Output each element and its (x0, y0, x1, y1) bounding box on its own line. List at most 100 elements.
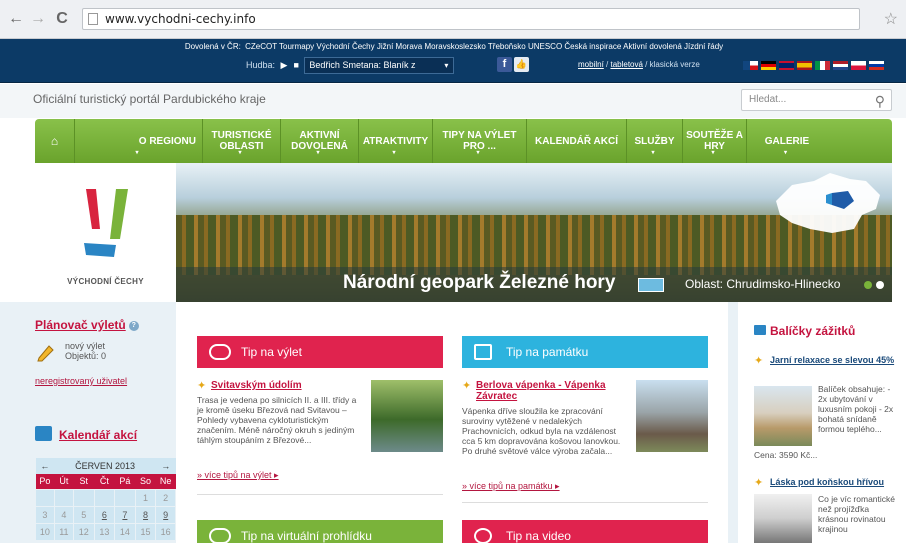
calendar-day-with-event[interactable]: 7 (114, 505, 136, 524)
flag-pl-icon[interactable] (851, 61, 866, 70)
calendar-day[interactable]: 4 (53, 505, 75, 524)
site-header: Oficiální turistický portál Pardubického… (0, 84, 906, 118)
calendar-day-with-event[interactable]: 8 (134, 505, 157, 524)
tip-monument-card: Tip na památku ✦ Berlova vápenka - Vápen… (462, 336, 708, 503)
chevron-down-icon: ▾ (238, 150, 242, 156)
calendar-day[interactable]: 5 (73, 505, 95, 524)
facebook-icon[interactable]: f (497, 57, 512, 72)
hero-banner: VÝCHODNÍ ČECHY Národní geopark Železné h… (35, 163, 892, 302)
calendar-day-with-event[interactable]: 6 (93, 505, 116, 524)
package-photo[interactable] (754, 494, 812, 543)
tip-monument-photo[interactable] (636, 380, 708, 452)
calendar-day-with-event[interactable]: 9 (155, 505, 176, 524)
weekday: Po (35, 474, 55, 489)
portal-link[interactable]: Tourmapy (279, 42, 314, 51)
music-track-select[interactable]: Bedřich Smetana: Blaník z ▾ (304, 57, 455, 74)
flag-cz-icon[interactable] (743, 61, 758, 70)
portal-link[interactable]: CZeCOT (245, 42, 277, 51)
slider-dot[interactable] (876, 281, 884, 289)
tip-monument-header[interactable]: Tip na památku (462, 336, 708, 368)
tip-monument-title[interactable]: Berlova vápenka - Vápenka Závratec (476, 380, 636, 402)
tip-trip-header[interactable]: Tip na výlet (197, 336, 443, 368)
nav-item-galerie[interactable]: GALERIE ▾ (747, 119, 827, 163)
package-title[interactable]: Jarní relaxace se slevou 45% (770, 355, 900, 366)
back-icon[interactable]: ← (8, 10, 24, 28)
calendar-day[interactable]: 12 (73, 522, 95, 541)
flag-ru-icon[interactable] (869, 61, 884, 70)
nav-item-aktivni-dovolena[interactable]: AKTIVNÍ DOVOLENÁ ▾ (281, 119, 359, 163)
nav-item-atraktivity[interactable]: ATRAKTIVITY ▾ (359, 119, 433, 163)
nav-item-tipy-na-vylet[interactable]: TIPY NA VÝLET PRO ... ▾ (433, 119, 527, 163)
nav-item-souteze-a-hry[interactable]: SOUTĚŽE A HRY ▾ (683, 119, 747, 163)
package-title[interactable]: Láska pod koňskou hřívou (770, 477, 900, 488)
portal-link[interactable]: UNESCO (528, 42, 562, 51)
calendar-day[interactable]: 15 (134, 522, 157, 541)
calendar-day[interactable]: 14 (114, 522, 136, 541)
portal-link[interactable]: Jižní Morava (377, 42, 422, 51)
portal-link[interactable]: Jízdní řády (684, 42, 723, 51)
nav-item-kalendar-akci[interactable]: KALENDÁŘ AKCÍ (527, 119, 627, 163)
portal-link[interactable]: Česká inspirace (564, 42, 621, 51)
hero-title: Národní geopark Železné hory (343, 272, 616, 293)
portal-link[interactable]: Třeboňsko (488, 42, 526, 51)
reload-icon[interactable]: C (54, 10, 70, 28)
flag-nl-icon[interactable] (833, 61, 848, 70)
flag-es-icon[interactable] (797, 61, 812, 70)
portal-link[interactable]: Východní Čechy (316, 42, 374, 51)
nav-item-turisticke-oblasti[interactable]: TURISTICKÉ OBLASTI ▾ (203, 119, 281, 163)
stop-icon[interactable]: ■ (293, 57, 298, 74)
bookmark-star-icon[interactable]: ☆ (884, 9, 898, 29)
flag-it-icon[interactable] (815, 61, 830, 70)
search-placeholder: Hledat... (749, 94, 787, 105)
new-trip-link[interactable]: nový výlet (65, 341, 106, 351)
like-icon[interactable]: 👍 (514, 57, 529, 72)
calendar-day[interactable]: 10 (35, 522, 55, 541)
tablet-version-link[interactable]: tabletová (610, 60, 642, 69)
flag-gb-icon[interactable] (779, 61, 794, 70)
chevron-down-icon: ▾ (444, 61, 449, 70)
calendar-next-icon[interactable]: → (155, 458, 176, 474)
tip-virtual-tour-header[interactable]: Tip na virtuální prohlídku (197, 520, 443, 543)
planner-title-text: Plánovač výletů (35, 318, 126, 332)
nav-item-sluzby[interactable]: SLUŽBY ▾ (627, 119, 683, 163)
forward-icon[interactable]: → (30, 10, 46, 28)
unregistered-user-link[interactable]: neregistrovaný uživatel (35, 376, 127, 386)
calendar-prev-icon[interactable]: ← (35, 458, 55, 474)
tip-virtual-tour-card: Tip na virtuální prohlídku (197, 520, 443, 543)
portal-link[interactable]: Moravskoslezsko (424, 42, 485, 51)
slider-dot[interactable] (864, 281, 872, 289)
address-bar[interactable]: www.vychodni-cechy.info (82, 8, 860, 30)
package-photo[interactable] (754, 386, 812, 446)
play-icon[interactable]: ▶ (281, 57, 288, 74)
flag-de-icon[interactable] (761, 61, 776, 70)
calendar-day[interactable]: 3 (35, 505, 55, 524)
tip-video-header[interactable]: Tip na video (462, 520, 708, 543)
calendar-day[interactable]: 1 (134, 488, 157, 507)
tip-trip-photo[interactable] (371, 380, 443, 452)
calendar-title[interactable]: Kalendář akcí (35, 426, 176, 442)
tip-header-text: Tip na výlet (241, 345, 302, 359)
planner-title[interactable]: Plánovač výletů? (35, 318, 176, 332)
packages-title[interactable]: Balíčky zážitků (754, 324, 855, 338)
tip-trip-title[interactable]: Svitavským údolím (211, 380, 371, 391)
mobile-version-link[interactable]: mobilní (578, 60, 604, 69)
divider (462, 502, 708, 503)
calendar-day[interactable]: 13 (93, 522, 116, 541)
hero-caption[interactable]: Národní geopark Železné hory Oblast: Chr… (176, 267, 892, 302)
more-monuments-link[interactable]: » více tipů na památku ▸ (462, 481, 560, 492)
help-icon[interactable]: ? (128, 320, 139, 331)
nav-home-icon[interactable]: ⌂ (35, 119, 75, 163)
search-icon[interactable]: ⚲ (875, 91, 885, 111)
calendar-day[interactable]: 16 (155, 522, 176, 541)
portal-link[interactable]: Aktivní dovolená (623, 42, 682, 51)
hero-region: Oblast: Chrudimsko-Hlinecko (685, 277, 841, 291)
calendar-icon (35, 426, 52, 441)
music-player: Hudba: ▶ ■ Bedřich Smetana: Blaník z ▾ (246, 57, 455, 74)
nav-item-o-regionu[interactable]: O REGIONU ▾ (75, 119, 203, 163)
more-trips-link[interactable]: » více tipů na výlet ▸ (197, 470, 279, 481)
classic-version-label: klasická verze (649, 60, 700, 69)
calendar-day[interactable]: 11 (53, 522, 75, 541)
search-input[interactable]: Hledat... ⚲ (741, 89, 892, 111)
calendar-day[interactable]: 2 (155, 488, 176, 507)
site-logo[interactable]: VÝCHODNÍ ČECHY (35, 163, 176, 302)
